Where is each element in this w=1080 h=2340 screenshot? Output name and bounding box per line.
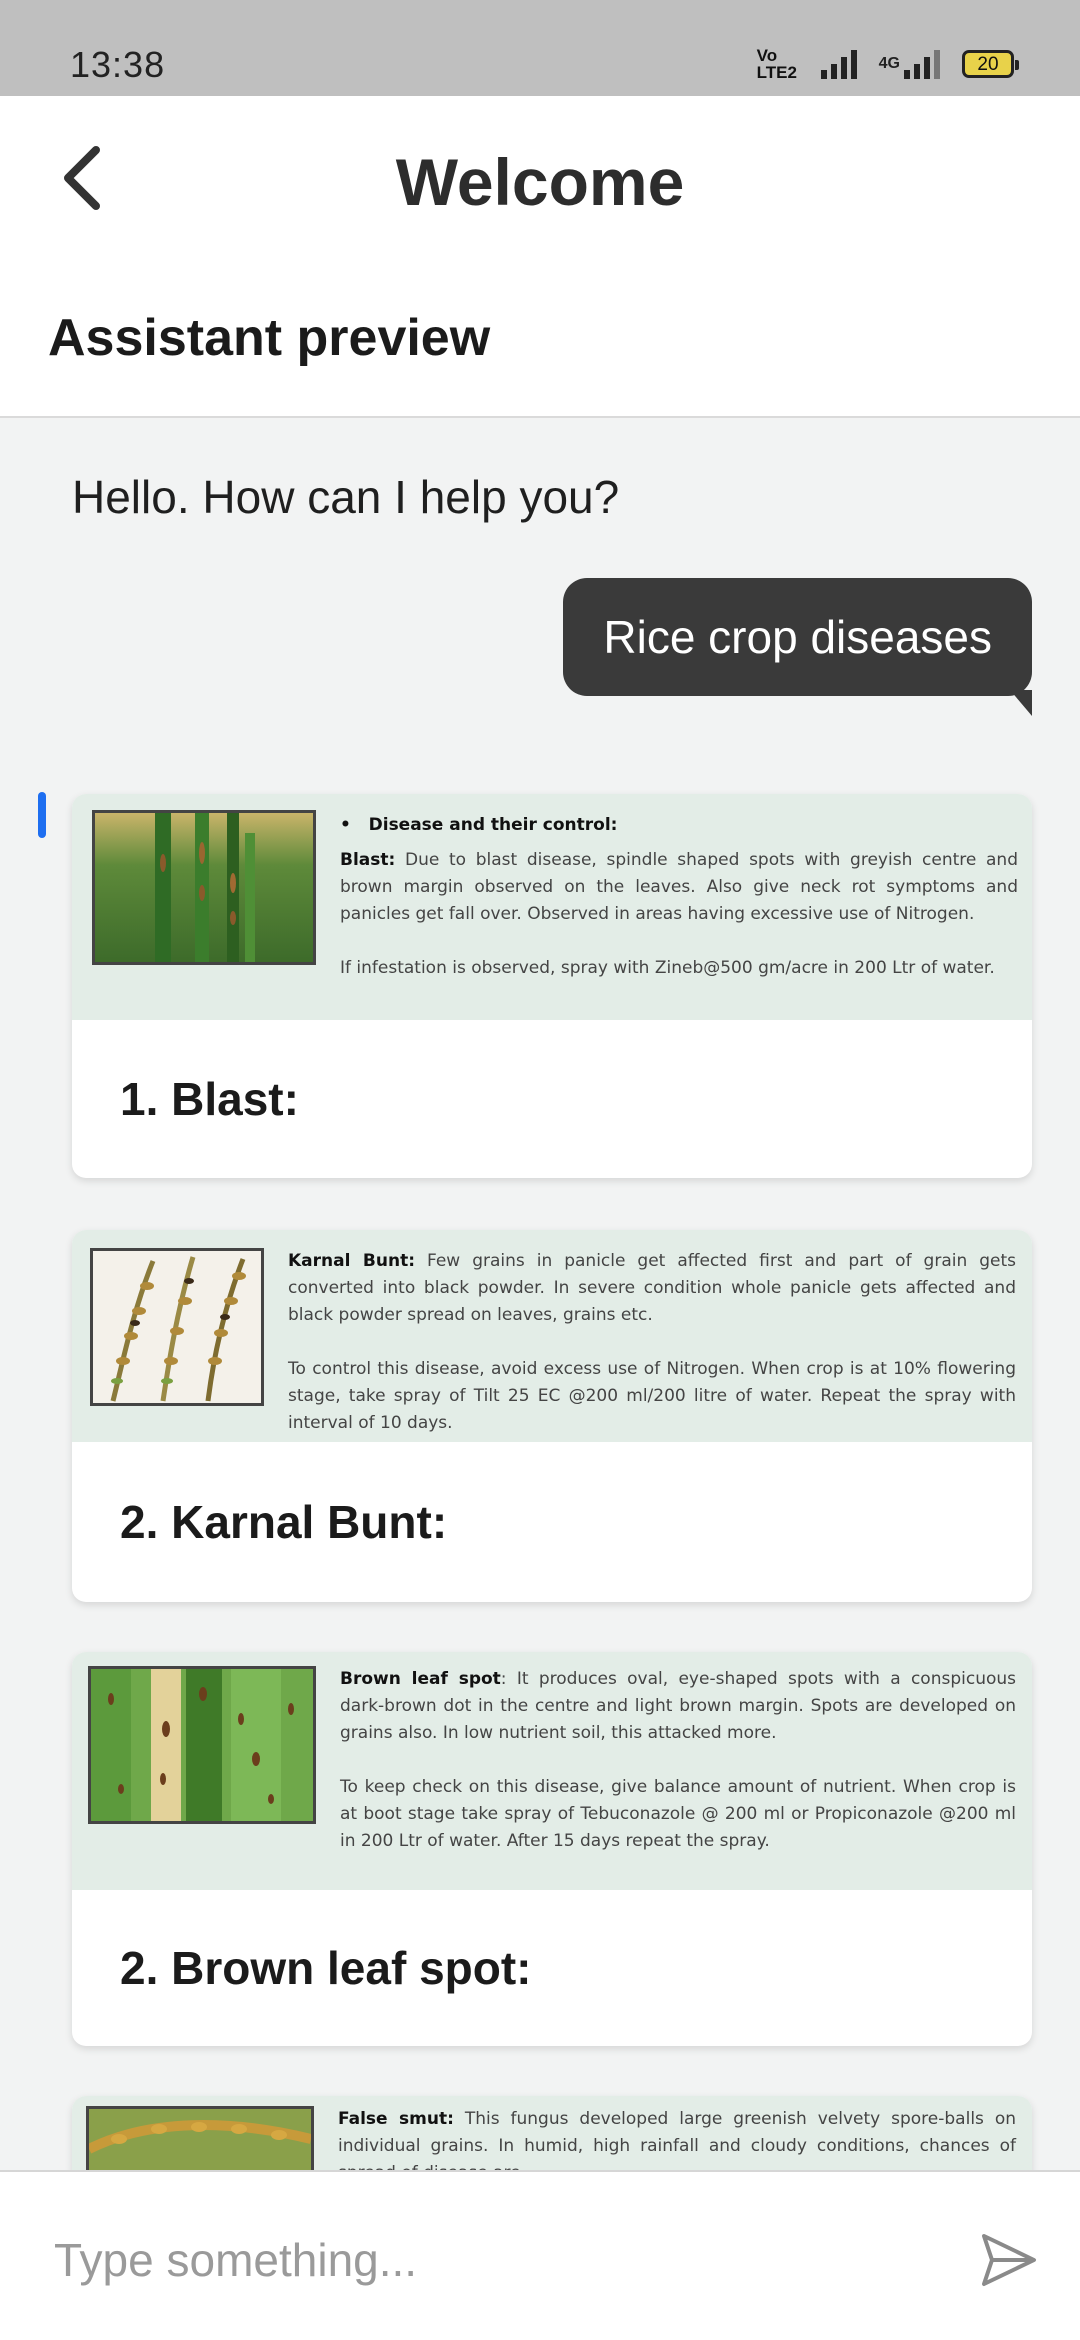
disease-control: If infestation is observed, spray with Z…	[340, 958, 995, 978]
card-bullet: • Disease and their control:	[340, 815, 618, 835]
card-heading: 2. Karnal Bunt:	[120, 1496, 448, 1548]
disease-card-karnal-bunt[interactable]: Karnal Bunt: Few grains in panicle get a…	[72, 1230, 1032, 1602]
disease-card-blast[interactable]: • Disease and their control: Blast: Due …	[72, 794, 1032, 1178]
assistant-greeting: Hello. How can I help you?	[72, 471, 620, 523]
blast-leaf-image	[92, 810, 316, 965]
card-heading: 2. Brown leaf spot:	[120, 1942, 532, 1994]
card-figure: Brown leaf spot: It produces oval, eye-s…	[72, 1652, 1032, 1890]
card-heading: 1. Blast:	[120, 1073, 299, 1125]
disease-card-brown-leaf-spot[interactable]: Brown leaf spot: It produces oval, eye-s…	[72, 1652, 1032, 2046]
brown-leaf-spot-image	[88, 1666, 316, 1824]
section-title: Assistant preview	[48, 309, 491, 367]
page-title: Welcome	[395, 145, 685, 219]
scroll-indicator	[38, 792, 46, 838]
disease-control: To keep check on this disease, give bala…	[340, 1777, 1016, 1851]
disease-name: Karnal Bunt:	[288, 1251, 416, 1271]
status-icons: Vo LTE2 4G 20	[756, 44, 1019, 84]
card-figure: Karnal Bunt: Few grains in panicle get a…	[72, 1230, 1032, 1442]
karnal-bunt-panicle-image	[90, 1248, 264, 1406]
battery-level: 20	[977, 53, 999, 75]
network-type-label: 4G	[878, 55, 900, 72]
disease-name: Brown leaf spot	[340, 1669, 501, 1689]
app-header: Welcome Assistant preview	[0, 96, 1080, 418]
status-time: 13:38	[70, 44, 166, 85]
user-message-text: Rice crop diseases	[603, 611, 992, 663]
signal-icon	[820, 49, 857, 79]
disease-control: To control this disease, avoid excess us…	[288, 1359, 1016, 1433]
message-input-bar	[0, 2170, 1080, 2340]
mobile-data-indicator: 4G	[879, 49, 940, 79]
battery-icon: 20	[962, 50, 1019, 78]
disease-name: Blast:	[340, 850, 396, 870]
disease-description: Due to blast disease, spindle shaped spo…	[340, 850, 1018, 924]
card-figure: • Disease and their control: Blast: Due …	[72, 794, 1032, 1020]
send-icon	[982, 2234, 1036, 2286]
card-description: • Disease and their control: Blast: Due …	[340, 810, 1018, 1020]
signal-icon-secondary	[904, 49, 940, 79]
user-message-bubble[interactable]: Rice crop diseases	[563, 578, 1032, 716]
card-description: Brown leaf spot: It produces oval, eye-s…	[340, 1666, 1016, 1890]
disease-name: False smut:	[338, 2109, 454, 2129]
message-input[interactable]	[54, 2220, 914, 2300]
volte-indicator: Vo LTE2	[756, 46, 797, 82]
card-description: Karnal Bunt: Few grains in panicle get a…	[288, 1248, 1016, 1442]
status-bar: 13:38 Vo LTE2 4G 20	[0, 0, 1080, 96]
send-button[interactable]	[978, 2230, 1040, 2290]
